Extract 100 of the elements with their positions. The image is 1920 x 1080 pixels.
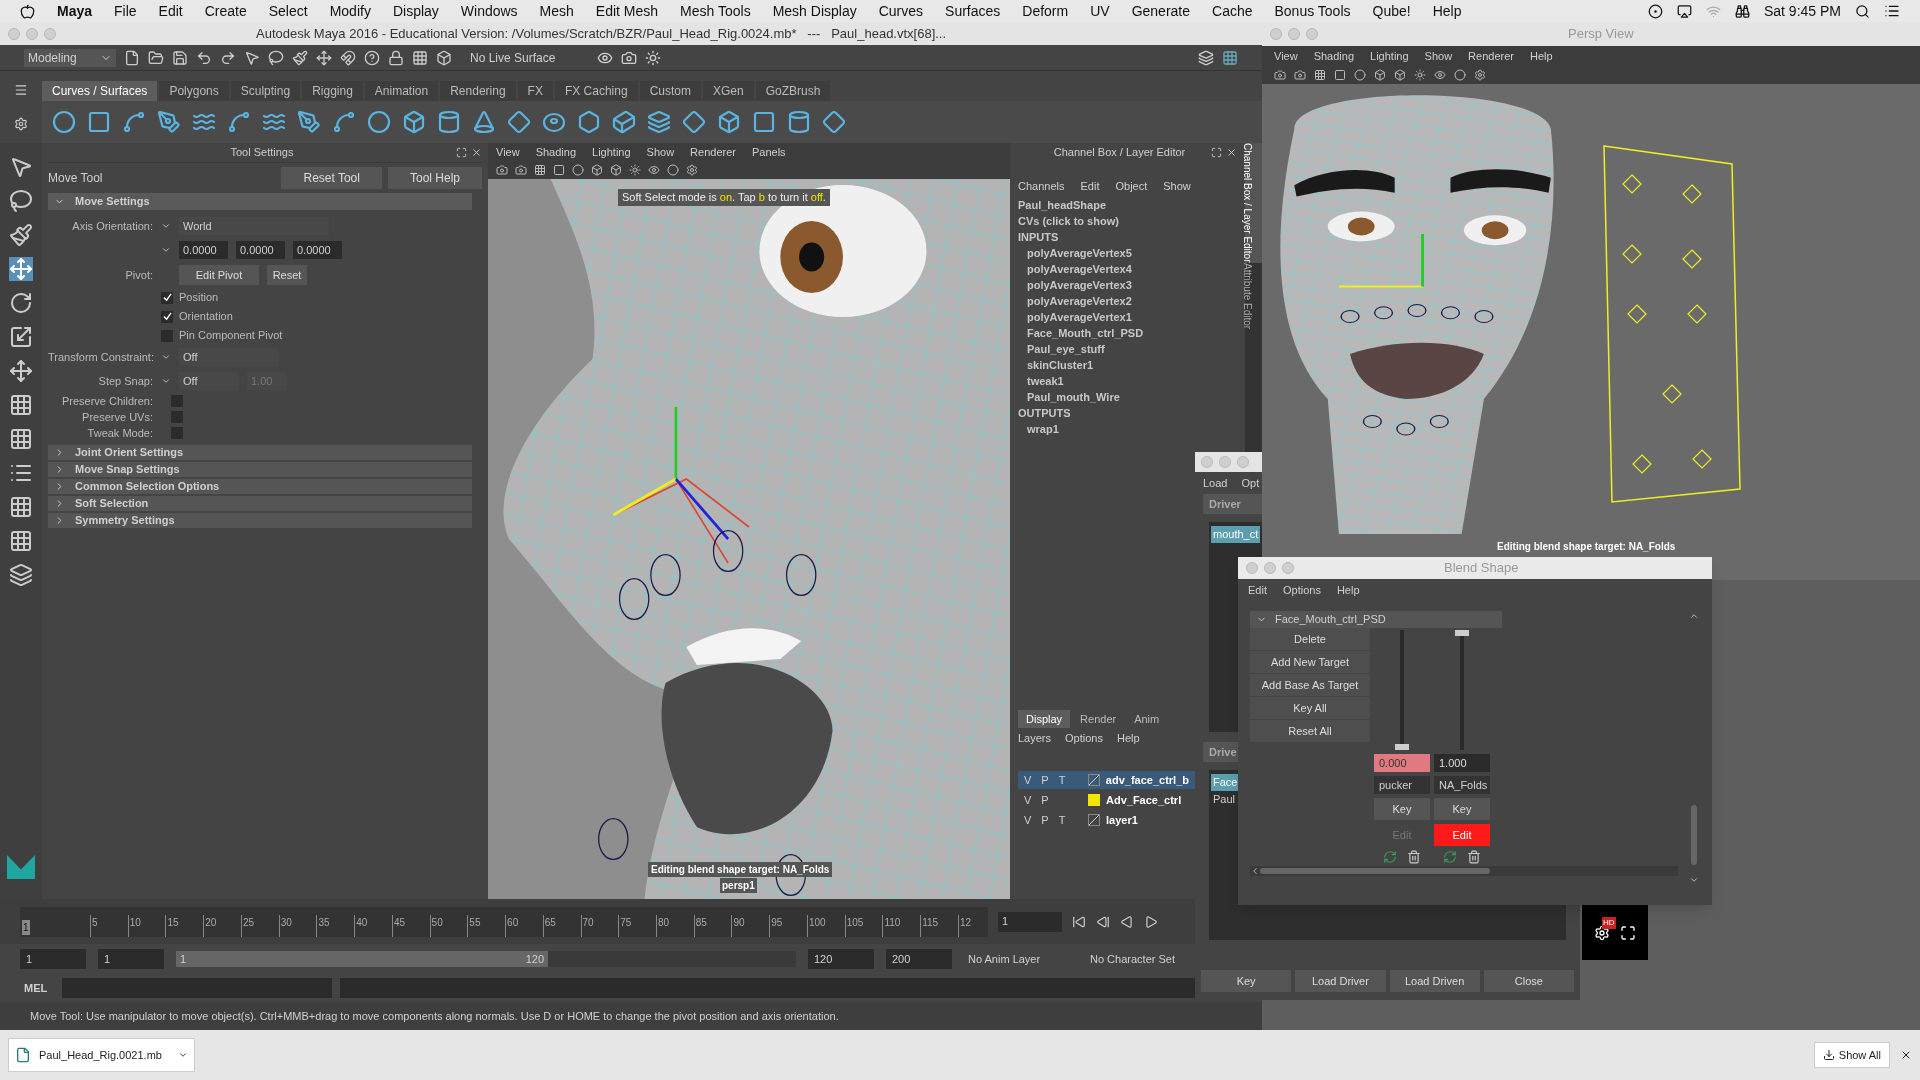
new-file-icon[interactable] xyxy=(124,49,140,66)
weight-slider[interactable] xyxy=(1395,630,1409,750)
move-tool-icon[interactable] xyxy=(9,257,33,281)
render-icon[interactable] xyxy=(645,49,662,66)
weight-field[interactable]: 1.000 xyxy=(1434,754,1490,772)
diamond-icon[interactable] xyxy=(822,110,846,134)
shelf-tab[interactable]: XGen xyxy=(702,81,754,101)
menu-item[interactable]: Renderer xyxy=(690,143,736,161)
menu-item[interactable]: Mesh xyxy=(539,0,574,22)
layer-flag[interactable]: V xyxy=(1024,771,1032,789)
number-field[interactable]: 0.0000 xyxy=(293,241,342,259)
menu-item[interactable]: Mesh Display xyxy=(772,0,857,22)
refresh-icon[interactable] xyxy=(1443,850,1457,864)
menu-item[interactable]: Renderer xyxy=(1468,47,1514,65)
end-field[interactable]: 120 xyxy=(808,949,874,969)
slider-thumb[interactable] xyxy=(1395,744,1409,750)
dialog-button[interactable]: Key xyxy=(1201,970,1292,992)
character-set-dropdown[interactable]: No Character Set xyxy=(1086,950,1179,968)
weight-field[interactable]: 0.000 xyxy=(1374,754,1430,772)
hexagon-icon[interactable] xyxy=(577,110,601,134)
circle-icon[interactable] xyxy=(52,110,76,134)
section-header[interactable]: Common Selection Options xyxy=(48,479,472,494)
cube-icon[interactable] xyxy=(717,110,741,134)
layer-row[interactable]: V P Adv_Face_ctrl xyxy=(1018,791,1195,809)
dropdown-field[interactable]: World xyxy=(179,217,329,235)
show-all-button[interactable]: Show All xyxy=(1813,1042,1890,1068)
menu-item[interactable]: Deform xyxy=(1022,0,1069,22)
checkbox[interactable] xyxy=(171,395,183,407)
side-tab[interactable]: Attribute Editor xyxy=(1245,262,1262,329)
circle-icon[interactable] xyxy=(667,164,679,176)
torus-icon[interactable] xyxy=(542,110,566,134)
sphere-icon[interactable] xyxy=(367,110,391,134)
section-header[interactable]: Move Settings xyxy=(48,193,472,210)
brush-icon[interactable] xyxy=(292,49,308,66)
paint-select-icon[interactable] xyxy=(9,223,33,247)
menu-item[interactable]: Help xyxy=(1529,47,1553,65)
eye-icon[interactable] xyxy=(1434,69,1446,81)
dropdown-icon[interactable] xyxy=(161,352,171,362)
camera-icon[interactable] xyxy=(496,164,508,176)
trash-icon[interactable] xyxy=(1407,850,1421,864)
layer-flag[interactable]: T xyxy=(1058,811,1066,829)
magnet-icon[interactable] xyxy=(340,49,356,66)
channel-box-item[interactable]: Paul_headShape xyxy=(1018,197,1237,213)
layer-flag[interactable]: T xyxy=(1058,771,1066,789)
help-icon[interactable] xyxy=(364,49,380,66)
pen-icon[interactable] xyxy=(157,110,181,134)
section-header[interactable]: Move Snap Settings xyxy=(48,462,472,477)
scroll-thumb[interactable] xyxy=(1691,805,1697,865)
menu-item[interactable]: Help xyxy=(1432,0,1462,22)
shaded-cube-icon[interactable] xyxy=(610,164,622,176)
channel-box-item[interactable]: OUTPUTS xyxy=(1018,405,1237,421)
rotate-tool-icon[interactable] xyxy=(9,291,33,315)
channel-box-item[interactable]: skinCluster1 xyxy=(1018,357,1237,373)
shelf-tab[interactable]: Custom xyxy=(639,81,701,101)
layout-icon[interactable] xyxy=(9,427,33,451)
fullscreen-icon[interactable] xyxy=(1620,924,1636,941)
spline-icon[interactable] xyxy=(122,110,146,134)
toolbar-button[interactable]: Reset Tool xyxy=(281,167,382,189)
menu-item[interactable]: Load xyxy=(1203,474,1228,492)
pivot-button[interactable]: Edit Pivot xyxy=(179,265,259,285)
circle-icon[interactable] xyxy=(1354,69,1366,81)
shaded-cube-icon[interactable] xyxy=(1394,69,1406,81)
horizontal-scrollbar[interactable] xyxy=(1250,866,1678,876)
menu-item[interactable]: Opt xyxy=(1241,474,1260,492)
shelf-tab[interactable]: Polygons xyxy=(159,81,229,101)
menu-item[interactable]: Select xyxy=(268,0,308,22)
menu-item[interactable]: Edit xyxy=(1248,581,1267,599)
scale-tool-icon[interactable] xyxy=(9,325,33,349)
grid-icon[interactable] xyxy=(412,49,428,66)
checkbox[interactable] xyxy=(161,310,173,323)
layer-row[interactable]: V P T layer1 xyxy=(1018,811,1195,829)
camera-icon[interactable] xyxy=(621,49,638,66)
pen-icon[interactable] xyxy=(297,110,321,134)
menu-item[interactable]: Show xyxy=(646,143,675,161)
menu-item[interactable]: Channels xyxy=(1018,177,1065,195)
lasso-icon[interactable] xyxy=(268,49,284,66)
play-icon[interactable] xyxy=(1144,914,1158,929)
shelf-tab[interactable]: FX xyxy=(517,81,553,101)
layer-tab[interactable]: Display xyxy=(1018,710,1071,728)
dialog-button[interactable]: Close xyxy=(1483,970,1574,992)
light-icon[interactable] xyxy=(629,164,641,176)
close-icon[interactable] xyxy=(1226,146,1237,158)
menu-item[interactable]: Create xyxy=(204,0,247,22)
section-header[interactable]: Joint Orient Settings xyxy=(48,445,472,460)
search-icon[interactable] xyxy=(1855,3,1870,19)
section-header[interactable]: Symmetry Settings xyxy=(48,513,472,528)
channel-box-item[interactable]: CVs (click to show) xyxy=(1018,213,1237,229)
layer-tab[interactable]: Render xyxy=(1072,710,1125,728)
dropdown-icon[interactable] xyxy=(161,376,171,386)
cylinder-icon[interactable] xyxy=(787,110,811,134)
spline-icon[interactable] xyxy=(227,110,251,134)
menu-item[interactable]: View xyxy=(1274,47,1298,65)
key-button[interactable]: Key xyxy=(1434,798,1490,820)
layout-icon[interactable] xyxy=(1222,49,1238,66)
layer-flag[interactable]: P xyxy=(1041,791,1049,809)
channel-box-item[interactable]: polyAverageVertex4 xyxy=(1018,261,1237,277)
live-surface-field[interactable]: No Live Surface xyxy=(466,48,560,67)
layer-flag[interactable]: V xyxy=(1024,791,1032,809)
channel-box-item[interactable]: tweak1 xyxy=(1018,373,1237,389)
float-icon[interactable] xyxy=(1211,146,1222,158)
